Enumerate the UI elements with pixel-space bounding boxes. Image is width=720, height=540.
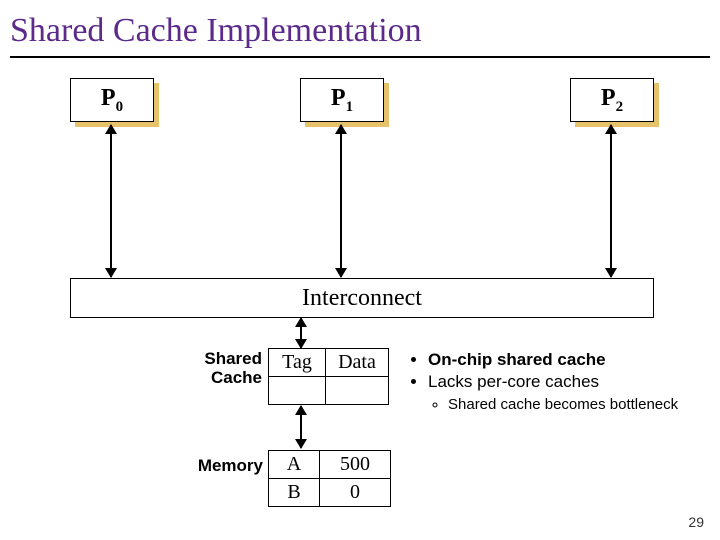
bullet-list: On-chip shared cache Lacks per-core cach… xyxy=(410,348,710,415)
interconnect-label: Interconnect xyxy=(302,285,422,312)
interconnect-box: Interconnect xyxy=(70,278,654,318)
memory-label: Memory xyxy=(175,456,263,476)
table-row: A 500 xyxy=(269,451,391,479)
list-item: Lacks per-core caches Shared cache becom… xyxy=(428,372,710,413)
table-row xyxy=(269,377,389,405)
arrow-p2-interconnect xyxy=(610,125,612,277)
cache-cell xyxy=(326,377,389,405)
list-item: On-chip shared cache xyxy=(428,350,710,370)
processor-p0: P0 xyxy=(70,78,154,122)
arrow-cache-memory xyxy=(300,406,302,448)
processor-p0-label: P0 xyxy=(101,85,123,116)
processor-p2: P2 xyxy=(570,78,654,122)
processor-p1: P1 xyxy=(300,78,384,122)
memory-table: A 500 B 0 xyxy=(268,450,391,507)
page-number: 29 xyxy=(688,514,704,530)
table-row: B 0 xyxy=(269,479,391,507)
processor-p2-label: P2 xyxy=(601,85,623,116)
shared-cache-table: Tag Data xyxy=(268,348,389,405)
table-row: Tag Data xyxy=(269,349,389,377)
slide-title: Shared Cache Implementation xyxy=(0,0,720,56)
arrow-interconnect-cache xyxy=(300,318,302,348)
memory-addr: B xyxy=(269,479,320,507)
cache-header-data: Data xyxy=(326,349,389,377)
list-item: Shared cache becomes bottleneck xyxy=(448,396,710,413)
processor-p1-label: P1 xyxy=(331,85,353,116)
memory-val: 500 xyxy=(320,451,391,479)
shared-cache-label: Shared Cache xyxy=(182,350,262,387)
cache-cell xyxy=(269,377,326,405)
arrow-p0-interconnect xyxy=(110,125,112,277)
diagram-area: P0 P1 P2 Interconnect Shared Cache Tag D… xyxy=(10,58,710,518)
memory-addr: A xyxy=(269,451,320,479)
memory-val: 0 xyxy=(320,479,391,507)
arrow-p1-interconnect xyxy=(340,125,342,277)
cache-header-tag: Tag xyxy=(269,349,326,377)
